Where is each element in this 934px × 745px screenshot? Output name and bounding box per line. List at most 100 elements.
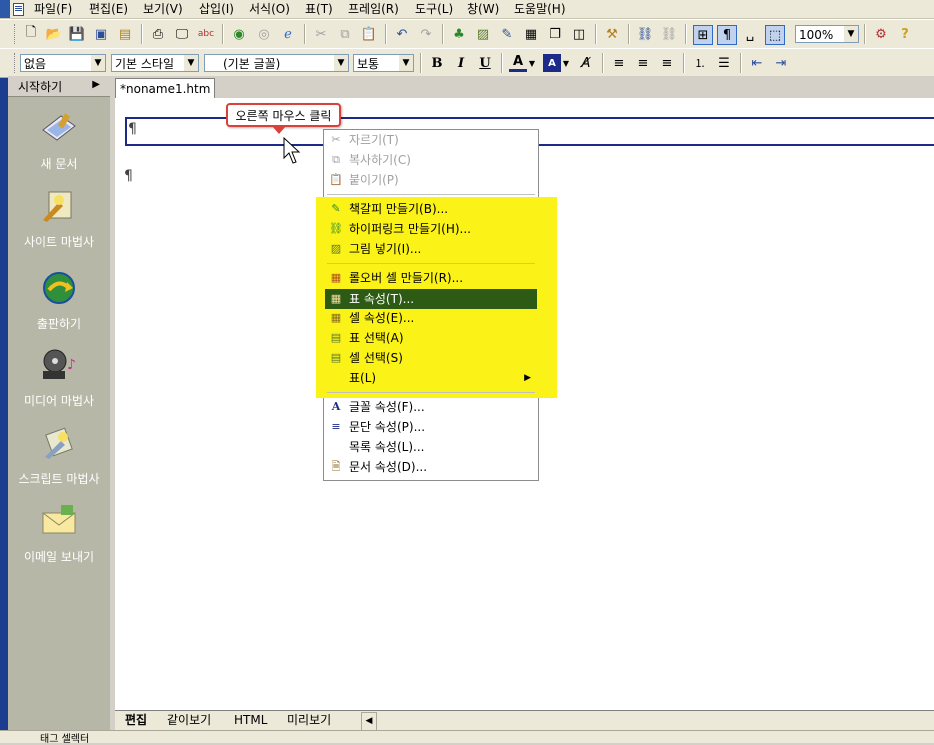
menu-edit[interactable]: 편집(E) — [89, 0, 128, 18]
font-color-icon[interactable]: A — [509, 54, 527, 72]
menu-window[interactable]: 창(W) — [467, 0, 499, 18]
numbered-list-icon[interactable]: ⒈ — [691, 54, 709, 72]
toolbar-grip[interactable] — [14, 53, 18, 73]
layer-icon[interactable]: ❐ — [546, 25, 564, 43]
tab-preview[interactable]: 미리보기 — [287, 712, 331, 729]
tools-icon[interactable]: ⚒ — [603, 25, 621, 43]
hyperlink-icon[interactable]: ⛓ — [636, 25, 654, 43]
align-left-icon[interactable]: ≡ — [610, 54, 628, 72]
align-center-icon[interactable]: ≡ — [634, 54, 652, 72]
chevron-down-icon[interactable]: ▼ — [334, 55, 348, 71]
chevron-down-icon[interactable]: ▼ — [844, 26, 858, 42]
browser-preview-icon[interactable]: ℯ — [279, 25, 297, 43]
menu-item-table-properties[interactable]: ▦ 표 속성(T)... — [325, 289, 537, 309]
cut-icon[interactable]: ✂ — [312, 25, 330, 43]
style-select[interactable]: 없음 ▼ — [20, 54, 106, 72]
menu-item-copy[interactable]: ⧉ 복사하기(C) — [325, 150, 537, 170]
print-icon[interactable]: ⎙ — [149, 25, 167, 43]
menu-item-cell-properties[interactable]: ▦ 셀 속성(E)... — [325, 308, 537, 328]
show-spaces-icon[interactable]: ␣ — [741, 25, 759, 43]
menu-view[interactable]: 보기(V) — [143, 0, 183, 18]
toolbar-grip[interactable] — [14, 24, 18, 44]
menu-item-insert-image[interactable]: ▨ 그림 넣기(I)... — [325, 239, 537, 259]
menu-item-hyperlink[interactable]: ⛓ 하이퍼링크 만들기(H)... — [325, 219, 537, 239]
print-preview-icon[interactable]: 🖵 — [173, 25, 191, 43]
highlight-color-icon[interactable]: A — [543, 54, 561, 72]
sidebar-item-media-wizard[interactable]: ♪ 미디어 마법사 — [8, 347, 110, 409]
unlink-icon[interactable]: ⛓ — [660, 25, 678, 43]
insert-image-icon[interactable]: ▨ — [474, 25, 492, 43]
undo-icon[interactable]: ↶ — [393, 25, 411, 43]
menu-item-paste[interactable]: 📋 붙이기(P) — [325, 170, 537, 190]
open-folder-icon[interactable]: 📂 — [45, 25, 63, 43]
paragraph-style-select[interactable]: 기본 스타일 ▼ — [111, 54, 199, 72]
paste-icon[interactable]: 📋 — [360, 25, 378, 43]
sidebar-item-site-wizard[interactable]: 사이트 마법사 — [8, 188, 110, 250]
italic-icon[interactable]: I — [452, 54, 470, 72]
menu-format[interactable]: 서식(O) — [249, 0, 290, 18]
outdent-icon[interactable]: ⇤ — [748, 54, 766, 72]
menu-item-paragraph-properties[interactable]: ≡ 문단 속성(P)... — [325, 417, 537, 437]
redo-icon[interactable]: ↷ — [417, 25, 435, 43]
chevron-down-icon[interactable]: ▼ — [562, 54, 570, 72]
tab-split-view[interactable]: 같이보기 — [167, 712, 211, 729]
publish-globe-icon[interactable]: ◉ — [230, 25, 248, 43]
menu-item-cut[interactable]: ✂ 자르기(T) — [325, 130, 537, 150]
menu-file[interactable]: 파일(F) — [34, 0, 72, 18]
tab-noname1[interactable]: *noname1.htm — [115, 78, 215, 98]
chevron-down-icon[interactable]: ▼ — [399, 55, 413, 71]
underline-icon[interactable]: U — [476, 54, 494, 72]
toolbar-separator — [222, 24, 224, 44]
menu-insert[interactable]: 삽입(I) — [199, 0, 234, 18]
settings-icon[interactable]: ⚙ — [872, 25, 890, 43]
align-right-icon[interactable]: ≡ — [658, 54, 676, 72]
indent-icon[interactable]: ⇥ — [772, 54, 790, 72]
chevron-down-icon[interactable]: ▼ — [91, 55, 105, 71]
disabled-globe-icon[interactable]: ◎ — [255, 25, 273, 43]
help-icon[interactable]: ? — [896, 25, 914, 43]
scroll-left-icon[interactable]: ◀ — [361, 712, 377, 731]
menu-item-font-properties[interactable]: A 글꼴 속성(F)... — [325, 397, 537, 417]
menu-item-select-table[interactable]: ▤ 표 선택(A) — [325, 328, 537, 348]
sidebar-item-send-email[interactable]: 이메일 보내기 — [8, 503, 110, 565]
chevron-right-icon[interactable]: ▶ — [92, 79, 100, 90]
menu-frame[interactable]: 프레임(R) — [348, 0, 399, 18]
menu-table[interactable]: 표(T) — [305, 0, 333, 18]
menu-item-rollover-cell[interactable]: ▦ 롤오버 셀 만들기(R)... — [325, 268, 537, 288]
form-icon[interactable]: ✎ — [498, 25, 516, 43]
insert-table-icon[interactable]: ▦ — [522, 25, 540, 43]
show-paragraph-marks-icon[interactable]: ¶ — [717, 25, 737, 45]
menu-item-document-properties[interactable]: 🗎 문서 속성(D)... — [325, 457, 537, 477]
menu-item-table-submenu[interactable]: 표(L) ▶ — [325, 368, 537, 388]
template-icon[interactable]: ▤ — [116, 25, 134, 43]
copy-icon[interactable]: ⧉ — [336, 25, 354, 43]
menu-tools[interactable]: 도구(L) — [415, 0, 453, 18]
tab-html[interactable]: HTML — [234, 712, 267, 729]
menu-item-list-properties[interactable]: 목록 속성(L)... — [325, 437, 537, 457]
bullet-list-icon[interactable]: ☰ — [715, 54, 733, 72]
frame-icon[interactable]: ◫ — [570, 25, 588, 43]
sidebar-header[interactable]: 시작하기 ▶ — [8, 76, 110, 97]
menu-item-select-cell[interactable]: ▤ 셀 선택(S) — [325, 348, 537, 368]
save-all-icon[interactable]: ▣ — [92, 25, 110, 43]
sidebar-item-publish[interactable]: 출판하기 — [8, 270, 110, 332]
chevron-down-icon[interactable]: ▼ — [184, 55, 198, 71]
show-grid-icon[interactable]: ⊞ — [693, 25, 713, 45]
sidebar-item-new-document[interactable]: 새 문서 — [8, 110, 110, 172]
tree-icon[interactable]: ♣ — [450, 25, 468, 43]
font-select[interactable]: (기본 글꼴) ▼ — [204, 54, 349, 72]
font-size-select[interactable]: 보통 ▼ — [353, 54, 414, 72]
menu-item-bookmark[interactable]: ✎ 책갈피 만들기(B)... — [325, 199, 537, 219]
menu-help[interactable]: 도움말(H) — [514, 0, 566, 18]
bold-icon[interactable]: B — [428, 54, 446, 72]
zoom-select[interactable]: 100% ▼ — [795, 25, 859, 43]
spell-check-icon[interactable]: abc — [197, 25, 215, 43]
show-borders-icon[interactable]: ⬚ — [765, 25, 785, 45]
document-menu-icon[interactable] — [13, 3, 24, 16]
tab-edit[interactable]: 편집 — [125, 712, 147, 729]
save-icon[interactable]: 💾 — [68, 25, 86, 43]
clear-format-icon[interactable]: A̸ — [577, 54, 595, 72]
sidebar-item-script-wizard[interactable]: 스크립트 마법사 — [8, 425, 110, 487]
chevron-down-icon[interactable]: ▼ — [528, 54, 536, 72]
new-file-icon[interactable]: 🗋 — [22, 25, 40, 43]
